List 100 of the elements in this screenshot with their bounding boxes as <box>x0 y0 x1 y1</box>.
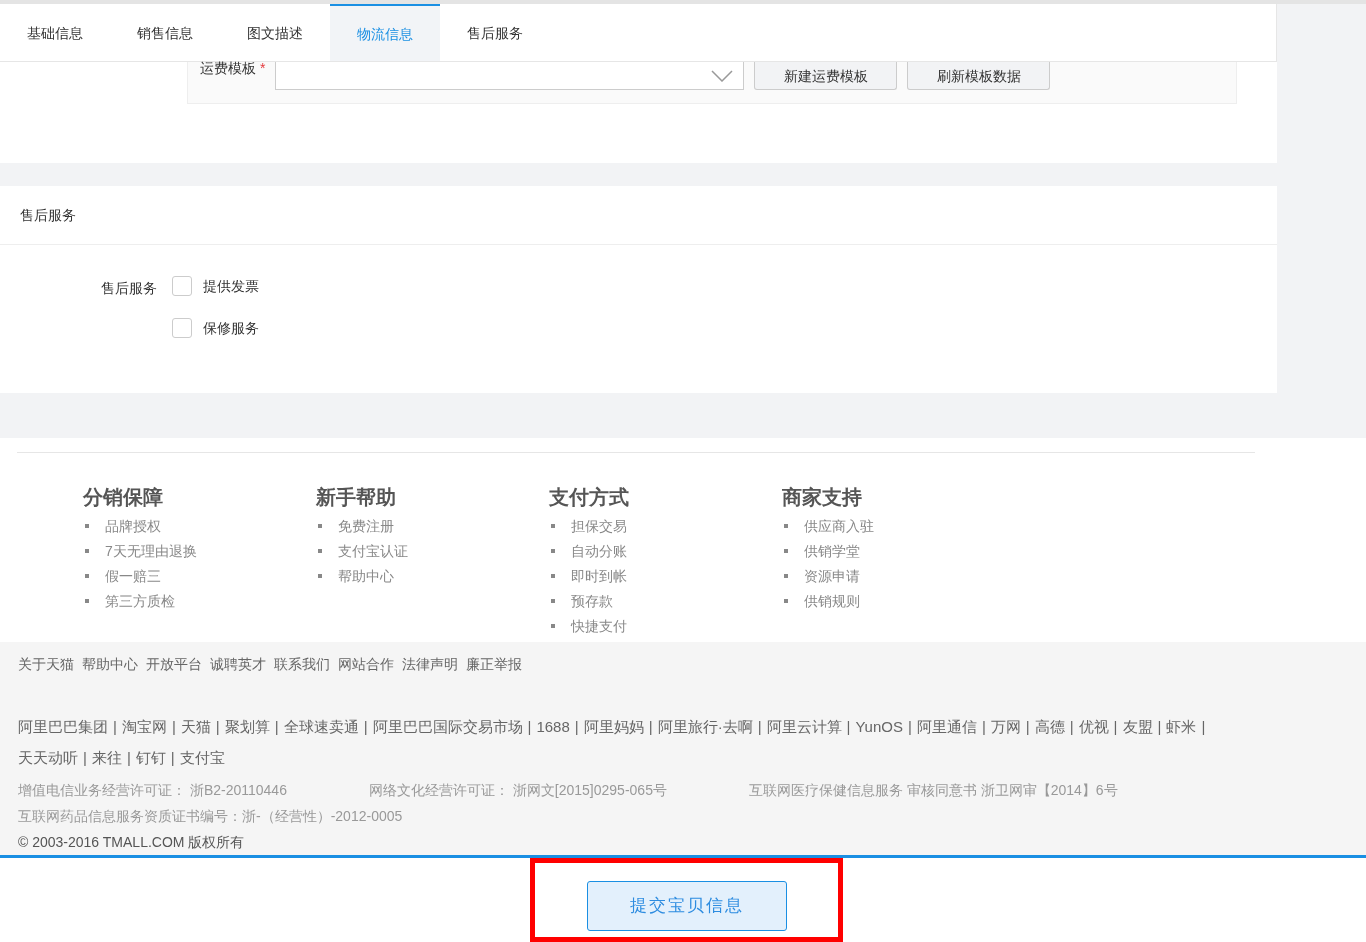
license-text: 互联网医疗保健信息服务 审核同意书 浙卫网审【2014】6号 <box>748 780 1118 800</box>
footer-link[interactable]: 即时到帐 <box>571 565 627 586</box>
footer-link[interactable]: 7天无理由退换 <box>105 540 197 561</box>
footer-link[interactable]: 开放平台 <box>146 653 202 674</box>
partner-link[interactable]: 1688 <box>536 715 570 737</box>
partner-link[interactable]: 万网 <box>990 715 1021 737</box>
footer-heading: 分销保障 <box>83 485 164 509</box>
bullet-icon <box>318 548 322 553</box>
checkbox-label: 保修服务 <box>203 319 259 338</box>
license-text: 网络文化经营许可证： 浙网文[2015]0295-065号 <box>368 780 667 800</box>
bullet-icon <box>784 548 788 553</box>
separator: | <box>1069 716 1074 737</box>
footer-link[interactable]: 预存款 <box>571 590 613 611</box>
footer-link[interactable]: 法律声明 <box>402 653 458 674</box>
separator: | <box>170 747 175 768</box>
partner-link[interactable]: 友盟 <box>1122 715 1153 737</box>
tab[interactable]: 售后服务 <box>440 4 550 61</box>
footer-link[interactable]: 假一赔三 <box>105 565 161 586</box>
partner-link[interactable]: 阿里巴巴集团 <box>18 715 108 737</box>
submit-button[interactable]: 提交宝贝信息 <box>586 881 787 931</box>
footer-link[interactable]: 诚聘英才 <box>210 653 266 674</box>
bullet-icon <box>85 523 89 528</box>
partner-link[interactable]: 钉钉 <box>135 746 166 768</box>
separator: | <box>171 716 176 737</box>
separator: | <box>527 716 532 737</box>
copyright: © 2003-2016 TMALL.COM 版权所有 <box>18 832 246 852</box>
bullet-icon <box>318 573 322 578</box>
partner-link[interactable]: 阿里旅行·去啊 <box>657 715 753 737</box>
template-select[interactable] <box>275 62 745 90</box>
footer-link[interactable]: 网站合作 <box>338 653 394 674</box>
bullet-icon <box>85 573 89 578</box>
footer-link[interactable]: 供应商入驻 <box>804 515 874 536</box>
bullet-icon <box>551 548 555 553</box>
license-text: 互联网药品信息服务资质证书编号：浙-（经营性）-2012-0005 <box>18 806 404 826</box>
license-text: 增值电信业务经营许可证： 浙B2-20110446 <box>18 780 287 800</box>
bullet-icon <box>551 573 555 578</box>
partner-link[interactable]: 天天动听 <box>18 746 78 768</box>
footer-link[interactable]: 免费注册 <box>338 515 394 536</box>
partner-link[interactable]: 支付宝 <box>179 746 225 768</box>
footer-link[interactable]: 第三方质检 <box>105 590 175 611</box>
footer-link[interactable]: 帮助中心 <box>82 653 138 674</box>
template-button[interactable]: 新建运费模板 <box>754 62 898 90</box>
bullet-icon <box>551 523 555 528</box>
separator: | <box>908 716 912 737</box>
partner-link[interactable]: 聚划算 <box>224 715 270 737</box>
tab[interactable]: 销售信息 <box>110 4 220 61</box>
partner-link[interactable]: 来往 <box>91 746 122 768</box>
partner-link[interactable]: 阿里妈妈 <box>583 715 644 737</box>
partner-link[interactable]: 全球速卖通 <box>283 715 359 737</box>
field-label: 运费模板 * <box>200 59 266 78</box>
footer-link[interactable]: 廉正举报 <box>466 653 522 674</box>
footer-link[interactable]: 关于天猫 <box>18 653 74 674</box>
bullet-icon <box>551 598 555 603</box>
footer-heading: 新手帮助 <box>316 485 397 509</box>
partner-link[interactable]: 阿里巴巴国际交易市场 <box>372 715 523 737</box>
partner-link[interactable]: 高德 <box>1034 715 1065 737</box>
checkbox-label: 提供发票 <box>203 277 259 296</box>
separator: | <box>1201 716 1206 737</box>
template-button[interactable]: 刷新模板数据 <box>907 62 1051 90</box>
chevron-down-icon <box>711 69 734 82</box>
tab[interactable]: 物流信息 <box>330 4 440 61</box>
separator: | <box>126 747 131 768</box>
tab[interactable]: 基础信息 <box>0 4 110 61</box>
bullet-icon <box>318 523 322 528</box>
footer-link[interactable]: 联系我们 <box>274 653 330 674</box>
footer-link[interactable]: 帮助中心 <box>338 565 394 586</box>
partner-link[interactable]: 淘宝网 <box>121 715 167 737</box>
footer-link[interactable]: 资源申请 <box>804 565 860 586</box>
separator: | <box>113 716 117 737</box>
footer-link[interactable]: 供销规则 <box>804 590 860 611</box>
footer-link[interactable]: 品牌授权 <box>105 515 161 536</box>
checkbox[interactable] <box>172 318 192 338</box>
bullet-icon <box>784 523 788 528</box>
separator: | <box>574 716 579 737</box>
partner-link[interactable]: 阿里云计算 <box>766 715 842 737</box>
section-title: 售后服务 <box>20 206 76 225</box>
footer-heading: 商家支持 <box>782 485 863 509</box>
partner-link[interactable]: 优视 <box>1078 715 1109 737</box>
footer-link[interactable]: 自动分账 <box>571 540 627 561</box>
separator: | <box>1157 716 1162 737</box>
footer-link[interactable]: 担保交易 <box>571 515 627 536</box>
separator: | <box>757 716 762 737</box>
footer-link[interactable]: 支付宝认证 <box>338 540 408 561</box>
footer-link[interactable]: 快捷支付 <box>571 615 627 636</box>
separator: | <box>1113 716 1118 737</box>
checkbox[interactable] <box>172 276 192 296</box>
tab[interactable]: 图文描述 <box>220 4 330 61</box>
bullet-icon <box>85 548 89 553</box>
partner-link[interactable]: 天猫 <box>180 715 211 737</box>
bullet-icon <box>85 598 89 603</box>
footer-link[interactable]: 供销学堂 <box>804 540 860 561</box>
partner-link[interactable]: 阿里通信 <box>916 715 977 737</box>
partner-link[interactable]: YunOS <box>855 715 903 737</box>
separator: | <box>83 747 87 768</box>
separator: | <box>648 716 653 737</box>
field-label: 售后服务 <box>100 279 158 298</box>
separator: | <box>363 716 368 737</box>
bullet-icon <box>784 598 788 603</box>
separator: | <box>215 716 220 737</box>
partner-link[interactable]: 虾米 <box>1166 715 1197 737</box>
